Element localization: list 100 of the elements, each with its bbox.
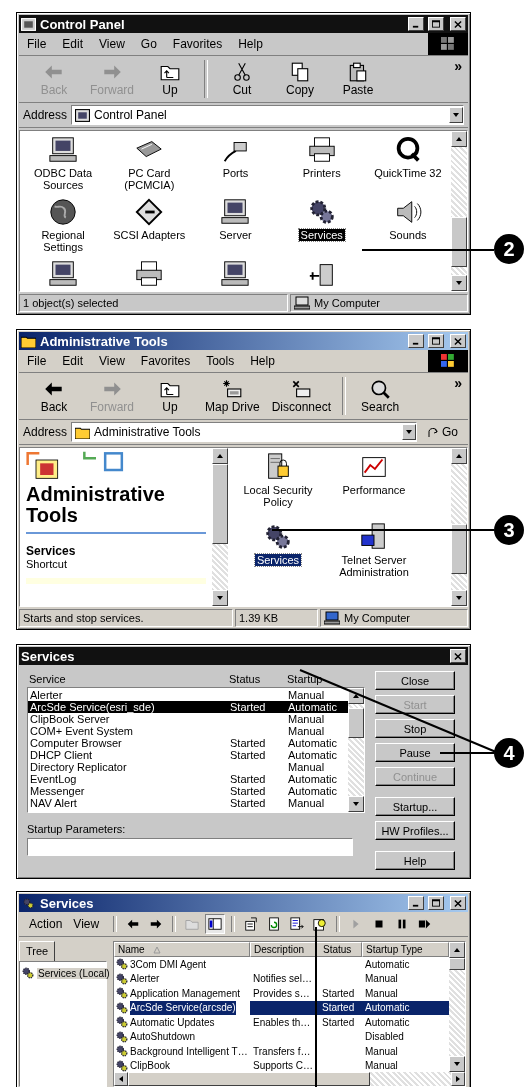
menu-item[interactable]: Edit [62, 37, 84, 51]
column-header[interactable]: Name [114, 942, 250, 957]
minimize-button[interactable] [408, 17, 424, 31]
scroll-down-icon[interactable] [455, 279, 463, 287]
service-row[interactable]: NAV Alert Started Manual [28, 797, 348, 809]
close-button[interactable] [450, 649, 466, 663]
diamond-icon[interactable] [134, 197, 165, 227]
maximize-button[interactable] [428, 17, 444, 31]
maximize-button[interactable] [428, 896, 444, 910]
scroll-down-icon[interactable] [453, 1060, 461, 1068]
toolbar-button[interactable]: Up [143, 376, 197, 416]
menu-item[interactable]: Help [238, 37, 263, 51]
printer-icon[interactable] [134, 259, 165, 289]
item-label[interactable]: PC Card (PCMCIA) [107, 167, 192, 191]
item-label[interactable]: Services [254, 554, 302, 566]
service-row[interactable]: EventLog Started Automatic [28, 773, 348, 785]
scroll-up-icon[interactable] [352, 692, 360, 700]
gears-icon[interactable] [263, 522, 293, 552]
service-row[interactable]: ArcSde Service(esri_sde) Started Automatic [28, 701, 348, 713]
toolbar-button[interactable]: Copy [273, 59, 327, 99]
computer-icon[interactable] [48, 135, 79, 165]
scroll-down-icon[interactable] [216, 594, 224, 602]
item-label[interactable]: SCSI Adapters [111, 229, 188, 241]
scroll-thumb[interactable] [128, 1072, 371, 1086]
toolbar-button[interactable]: Map Drive [201, 376, 264, 416]
toolbar-button[interactable]: Disconnect [267, 376, 336, 416]
dialog-button[interactable]: Close [375, 671, 455, 690]
service-name[interactable]: Background Intelligent T… [130, 1045, 248, 1057]
service-row[interactable]: Computer Browser Started Automatic [28, 737, 348, 749]
printer-icon[interactable] [306, 135, 337, 165]
item-label[interactable]: Server [217, 229, 254, 241]
menu-item[interactable]: Tools [206, 354, 235, 368]
item-label[interactable]: Ports [220, 167, 251, 179]
more-tools-chevron[interactable]: » [448, 373, 468, 393]
toolbar-button[interactable]: Back [27, 376, 81, 416]
item-label[interactable]: Local Security Policy [230, 484, 326, 508]
item-label[interactable]: Printers [300, 167, 343, 179]
minimize-button[interactable] [408, 334, 424, 348]
menu-item[interactable]: Edit [62, 354, 84, 368]
column-header[interactable]: Status [316, 942, 362, 957]
scroll-up-icon[interactable] [216, 452, 224, 460]
service-name[interactable]: ArcSde Service(arcsde) [130, 1000, 236, 1015]
menu-item[interactable]: View [99, 37, 125, 51]
scroll-thumb[interactable] [451, 524, 467, 574]
dropdown-arrow-icon[interactable] [452, 111, 460, 119]
column-header[interactable]: Description [250, 942, 316, 957]
toolbar-button[interactable]: Up [143, 59, 197, 99]
toolbar-button[interactable]: Search [353, 376, 408, 416]
scroll-thumb[interactable] [212, 464, 228, 544]
dialog-button[interactable]: Help [375, 851, 455, 870]
address-field[interactable]: Control Panel [71, 105, 464, 125]
menu-item[interactable]: Go [140, 37, 157, 51]
menu-item[interactable]: Favorites [140, 354, 191, 368]
horizontal-scrollbar[interactable] [114, 1072, 465, 1086]
service-row[interactable]: COM+ Event System Manual [28, 725, 348, 737]
close-button[interactable] [450, 17, 466, 31]
more-tools-chevron[interactable]: » [448, 56, 468, 76]
globe-icon[interactable] [48, 197, 79, 227]
menu-item[interactable]: Action [29, 917, 63, 931]
item-label[interactable]: QuickTime 32 [372, 167, 444, 179]
scroll-thumb[interactable] [451, 217, 467, 267]
service-row[interactable]: DHCP Client Started Automatic [28, 749, 348, 761]
dialog-button[interactable]: Pause [375, 743, 455, 762]
service-name[interactable]: Alerter [130, 973, 160, 985]
column-header[interactable]: Startup Type [362, 942, 449, 957]
vertical-scrollbar[interactable] [449, 942, 465, 1072]
menu-item[interactable]: Help [250, 354, 275, 368]
scroll-up-icon[interactable] [453, 946, 461, 954]
vertical-scrollbar[interactable] [212, 448, 228, 606]
item-label[interactable]: Telnet Server Administration [326, 554, 422, 578]
service-name[interactable]: AutoShutdown [130, 1031, 196, 1043]
menu-item[interactable]: View [99, 354, 125, 368]
close-button[interactable] [450, 334, 466, 348]
tree-pane-icon[interactable] [205, 914, 226, 934]
toolbar-button[interactable]: Cut [215, 59, 269, 99]
scroll-up-icon[interactable] [455, 452, 463, 460]
dropdown-arrow-icon[interactable] [405, 428, 413, 436]
maximize-button[interactable] [428, 334, 444, 348]
dialog-button[interactable]: Startup... [375, 797, 455, 816]
vertical-scrollbar[interactable] [451, 131, 467, 291]
scroll-right-icon[interactable] [454, 1075, 462, 1083]
menu-item[interactable]: View [73, 917, 100, 931]
item-label[interactable]: Performance [340, 484, 408, 496]
vertical-scrollbar[interactable] [451, 448, 467, 606]
scroll-down-icon[interactable] [352, 800, 360, 808]
menu-item[interactable]: Favorites [172, 37, 223, 51]
scroll-down-icon[interactable] [455, 594, 463, 602]
go-button[interactable]: Go [421, 425, 464, 439]
scroll-left-icon[interactable] [117, 1075, 125, 1083]
service-name[interactable]: ClipBook [130, 1060, 171, 1072]
vertical-scrollbar[interactable] [348, 688, 364, 812]
item-label[interactable]: Sounds [387, 229, 429, 241]
service-name[interactable]: 3Com DMI Agent [130, 958, 207, 970]
service-row[interactable]: Directory Replicator Manual [28, 761, 348, 773]
computer-icon[interactable] [220, 259, 251, 289]
scroll-thumb[interactable] [449, 958, 465, 970]
scroll-thumb[interactable] [348, 708, 364, 738]
service-row[interactable]: ClipBook Server Manual [28, 713, 348, 725]
toolbar-button[interactable]: Paste [331, 59, 385, 99]
address-field[interactable]: Administrative Tools [71, 422, 417, 442]
